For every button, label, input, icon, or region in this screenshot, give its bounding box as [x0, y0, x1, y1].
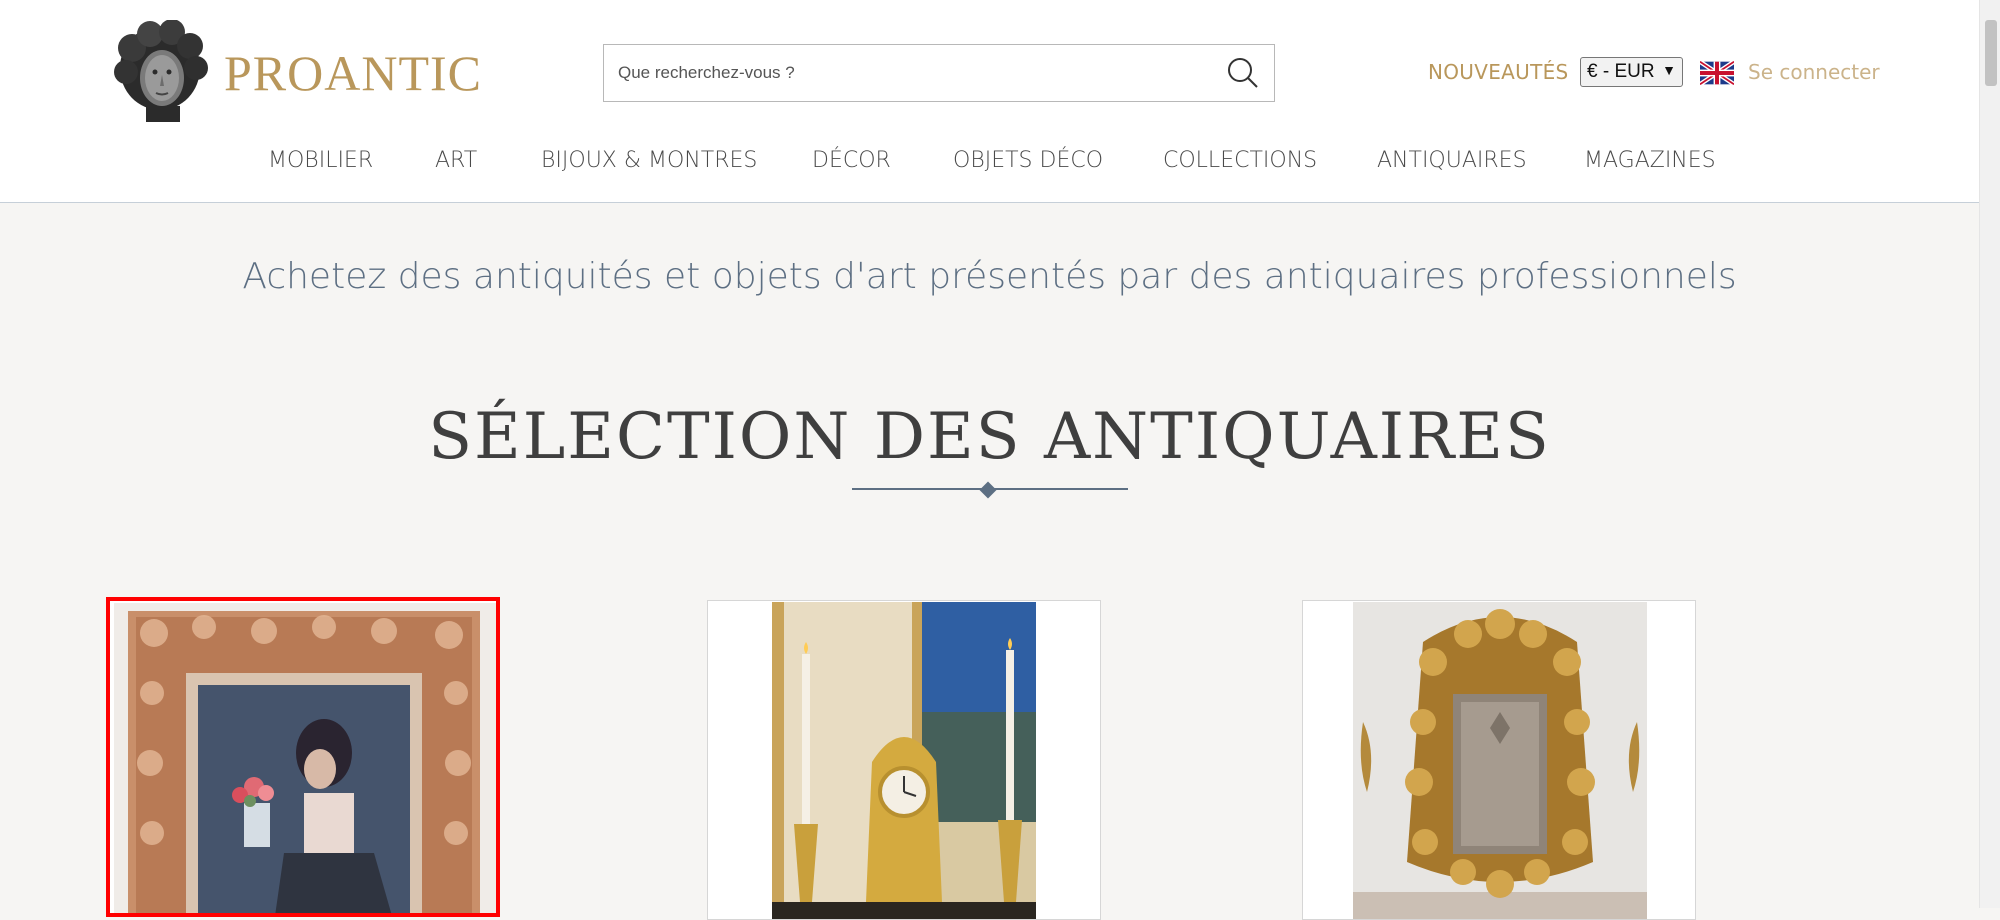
gilt-mirror-image	[1353, 602, 1647, 919]
site-header: PROANTIC NOUVEAUTÉS € - EUR ▼ Se connect…	[0, 0, 1979, 203]
uk-flag-icon[interactable]	[1700, 61, 1734, 85]
search-icon[interactable]	[1224, 54, 1262, 92]
login-link[interactable]: Se connecter	[1748, 60, 1880, 84]
product-card-clock[interactable]	[707, 600, 1101, 920]
nav-item-collections[interactable]: COLLECTIONS	[1163, 148, 1317, 173]
nav-item-art[interactable]: ART	[435, 148, 477, 173]
product-card-mirror[interactable]	[1302, 600, 1696, 920]
nav-item-bijoux-montres[interactable]: BIJOUX & MONTRES	[541, 148, 757, 173]
new-arrivals-link[interactable]: NOUVEAUTÉS	[1428, 60, 1569, 84]
nav-item-magazines[interactable]: MAGAZINES	[1584, 148, 1716, 173]
clock-garniture-image	[772, 602, 1036, 919]
scrollbar-thumb[interactable]	[1985, 20, 1997, 86]
currency-select[interactable]: € - EUR ▼	[1580, 57, 1683, 87]
logo-bust-icon[interactable]	[110, 20, 210, 122]
page-tagline: Achetez des antiquités et objets d'art p…	[242, 256, 1737, 297]
currency-value: € - EUR	[1587, 61, 1655, 82]
nav-item-mobilier[interactable]: MOBILIER	[268, 148, 373, 173]
nav-item-antiquaires[interactable]: ANTIQUAIRES	[1377, 148, 1527, 173]
nav-item-decor[interactable]: DÉCOR	[812, 148, 891, 173]
product-card-painting[interactable]	[106, 597, 500, 917]
search-input[interactable]	[616, 57, 1200, 89]
main-nav: MOBILIER ART BIJOUX & MONTRES DÉCOR OBJE…	[0, 148, 1979, 178]
logo-text[interactable]: PROANTIC	[224, 44, 482, 102]
painting-image	[114, 603, 496, 913]
chevron-down-icon: ▼	[1662, 62, 1676, 78]
nav-item-objets-deco[interactable]: OBJETS DÉCO	[953, 148, 1103, 173]
section-title: SÉLECTION DES ANTIQUAIRES	[428, 400, 1551, 474]
search-box	[603, 44, 1275, 102]
title-divider-diamond	[979, 481, 997, 499]
page-scrollbar[interactable]	[1979, 0, 2000, 908]
